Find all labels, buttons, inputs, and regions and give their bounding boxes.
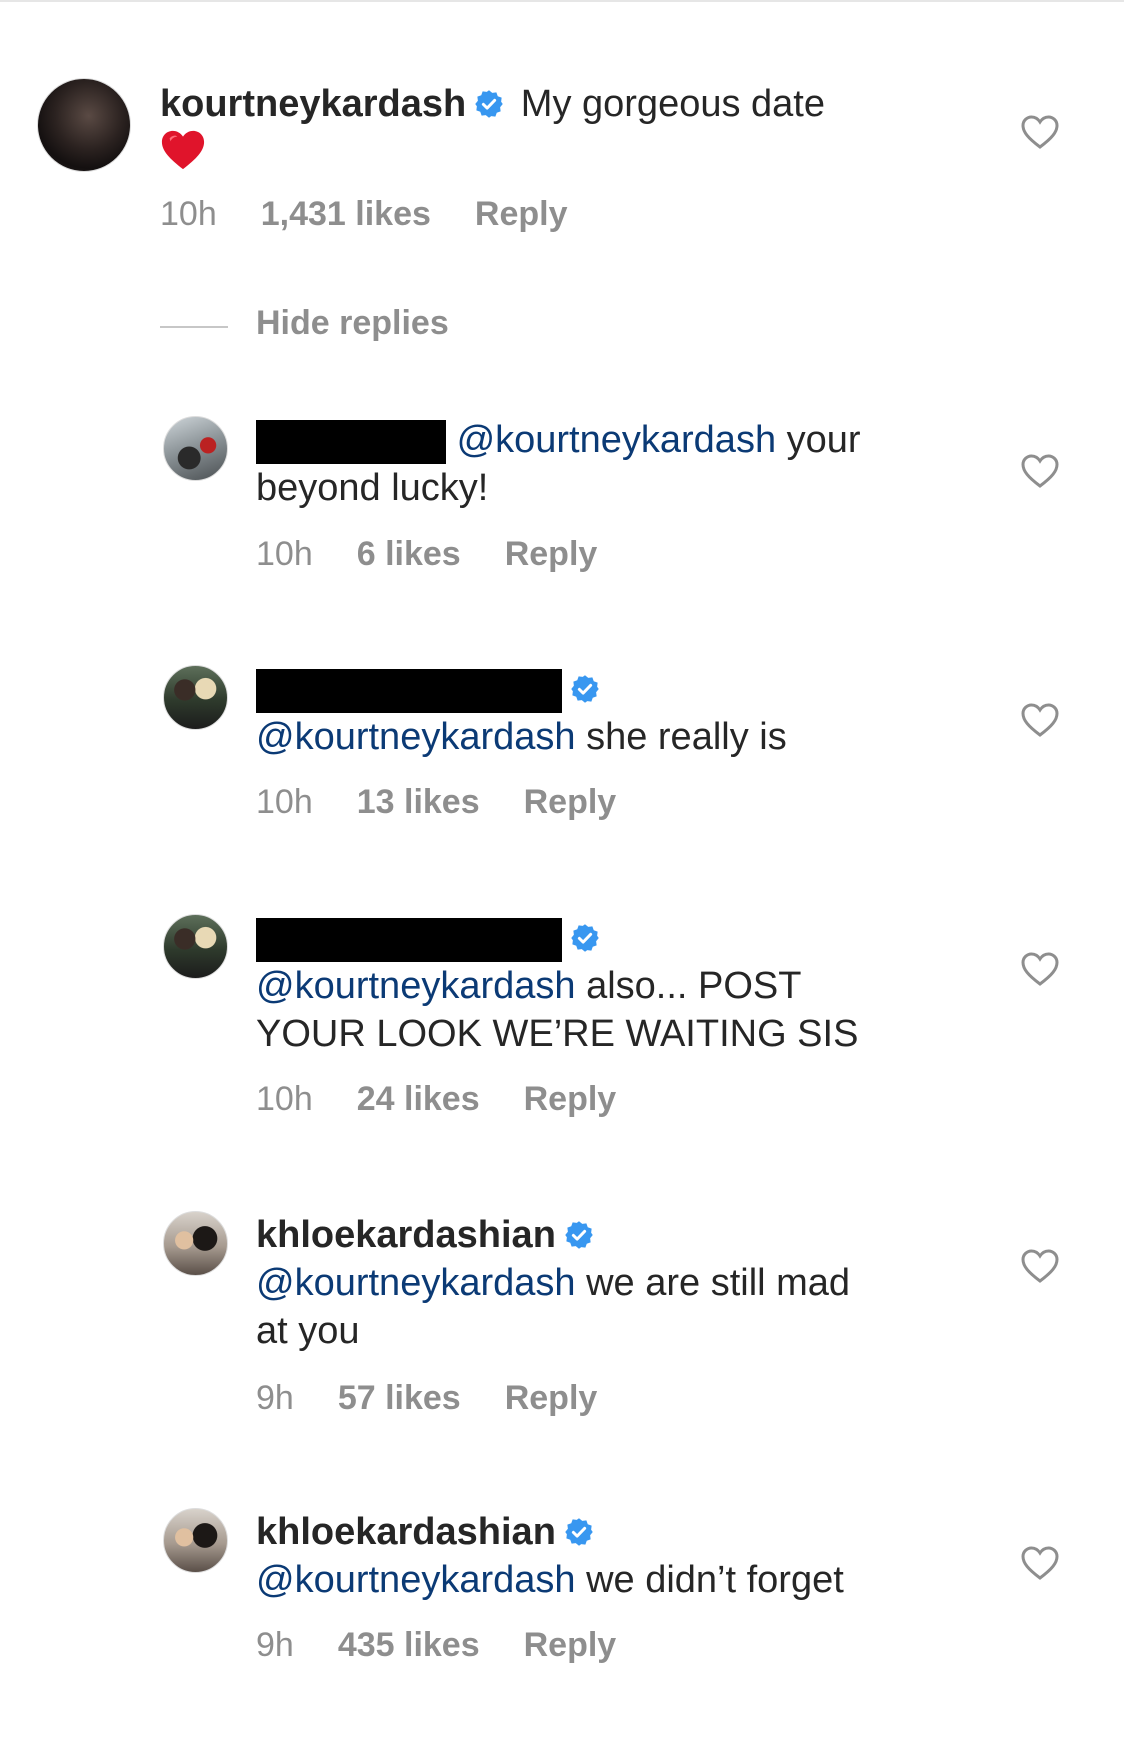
comment-time: 9h [256, 1626, 294, 1664]
avatar-khloekardashian[interactable] [163, 1211, 228, 1276]
comment-text: we didn’t forget [586, 1559, 844, 1601]
comment-meta: 10h 6 likes Reply [256, 535, 641, 574]
heart-outline-icon[interactable] [1020, 951, 1060, 987]
hide-replies-button[interactable]: Hide replies [160, 304, 760, 350]
reply-button[interactable]: Reply [524, 1626, 617, 1664]
likes-count[interactable]: 57 likes [338, 1379, 461, 1417]
avatar-khloekardashian[interactable] [163, 1508, 228, 1573]
mention-link[interactable]: @kourtneykardash [256, 716, 576, 758]
comment-username[interactable]: kourtneykardash [160, 83, 466, 125]
comment-username[interactable]: khloekardashian [256, 1214, 556, 1256]
comment-text: also... POST [586, 965, 802, 1007]
mention-link[interactable]: @kourtneykardash [256, 1559, 576, 1601]
comment-text-continued: at you [256, 1310, 360, 1352]
reply-comment: khloekardashian @kourtneykardash we didn… [0, 1508, 1124, 1673]
redacted-username [256, 917, 562, 962]
comment-time: 10h [160, 195, 217, 233]
heart-outline-icon[interactable] [1020, 453, 1060, 489]
likes-count[interactable]: 1,431 likes [261, 195, 431, 233]
comment-time: 10h [256, 1080, 313, 1118]
avatar-redacted-user[interactable] [163, 665, 228, 730]
likes-count[interactable]: 24 likes [357, 1080, 480, 1118]
top-divider [0, 0, 1124, 2]
comment-meta: 9h 435 likes Reply [256, 1626, 660, 1665]
reply-comment: @kourtneykardash your beyond lucky! 10h 6… [0, 416, 1124, 576]
mention-link[interactable]: @kourtneykardash [256, 1262, 576, 1304]
mention-link[interactable]: @kourtneykardash [256, 965, 576, 1007]
reply-comment: khloekardashian @kourtneykardash we are … [0, 1211, 1124, 1421]
comment-text: we are still mad [586, 1262, 851, 1304]
comment-time: 9h [256, 1379, 294, 1417]
verified-badge-icon [475, 90, 503, 118]
comment-text: she really is [586, 716, 787, 758]
comment-time: 10h [256, 535, 313, 573]
verified-badge-icon [571, 924, 599, 952]
heart-outline-icon[interactable] [1020, 1248, 1060, 1284]
verified-badge-icon [565, 1221, 593, 1249]
comment-text-continued: YOUR LOOK WE’RE WAITING SIS [256, 1013, 859, 1055]
reply-button[interactable]: Reply [524, 1080, 617, 1118]
mention-link[interactable]: @kourtneykardash [457, 419, 777, 461]
comment-meta: 9h 57 likes Reply [256, 1379, 641, 1418]
comment-text-continued: beyond lucky! [256, 467, 489, 509]
reply-button[interactable]: Reply [505, 1379, 598, 1417]
verified-badge-icon [565, 1518, 593, 1546]
hide-replies-divider [160, 326, 228, 328]
likes-count[interactable]: 435 likes [338, 1626, 480, 1664]
avatar-redacted-user[interactable] [163, 416, 228, 481]
avatar-redacted-user[interactable] [163, 914, 228, 979]
comment-meta: 10h 24 likes Reply [256, 1080, 660, 1119]
comment-text: your [786, 419, 861, 461]
hide-replies-label: Hide replies [256, 304, 449, 342]
comment-time: 10h [256, 783, 313, 821]
heart-outline-icon[interactable] [1020, 1545, 1060, 1581]
comment-username[interactable]: khloekardashian [256, 1511, 556, 1553]
reply-button[interactable]: Reply [505, 535, 598, 573]
redacted-username [256, 419, 446, 464]
main-comment: kourtneykardash My gorgeous date 10h 1,43… [0, 78, 1124, 248]
heart-outline-icon[interactable] [1020, 702, 1060, 738]
avatar-kourtneykardash[interactable] [37, 78, 131, 172]
comment-meta: 10h 1,431 likes Reply [160, 195, 611, 234]
comment-meta: 10h 13 likes Reply [256, 783, 660, 822]
heart-outline-icon[interactable] [1020, 114, 1060, 150]
red-heart-emoji-icon [161, 130, 205, 170]
comment-text: My gorgeous date [520, 83, 825, 125]
likes-count[interactable]: 6 likes [357, 535, 461, 573]
verified-badge-icon [571, 675, 599, 703]
reply-comment: @kourtneykardash also... POST YOUR LOOK … [0, 914, 1124, 1124]
redacted-username [256, 668, 562, 713]
reply-button[interactable]: Reply [475, 195, 568, 233]
reply-comment: @kourtneykardash she really is 10h 13 lik… [0, 665, 1124, 825]
likes-count[interactable]: 13 likes [357, 783, 480, 821]
reply-button[interactable]: Reply [524, 783, 617, 821]
